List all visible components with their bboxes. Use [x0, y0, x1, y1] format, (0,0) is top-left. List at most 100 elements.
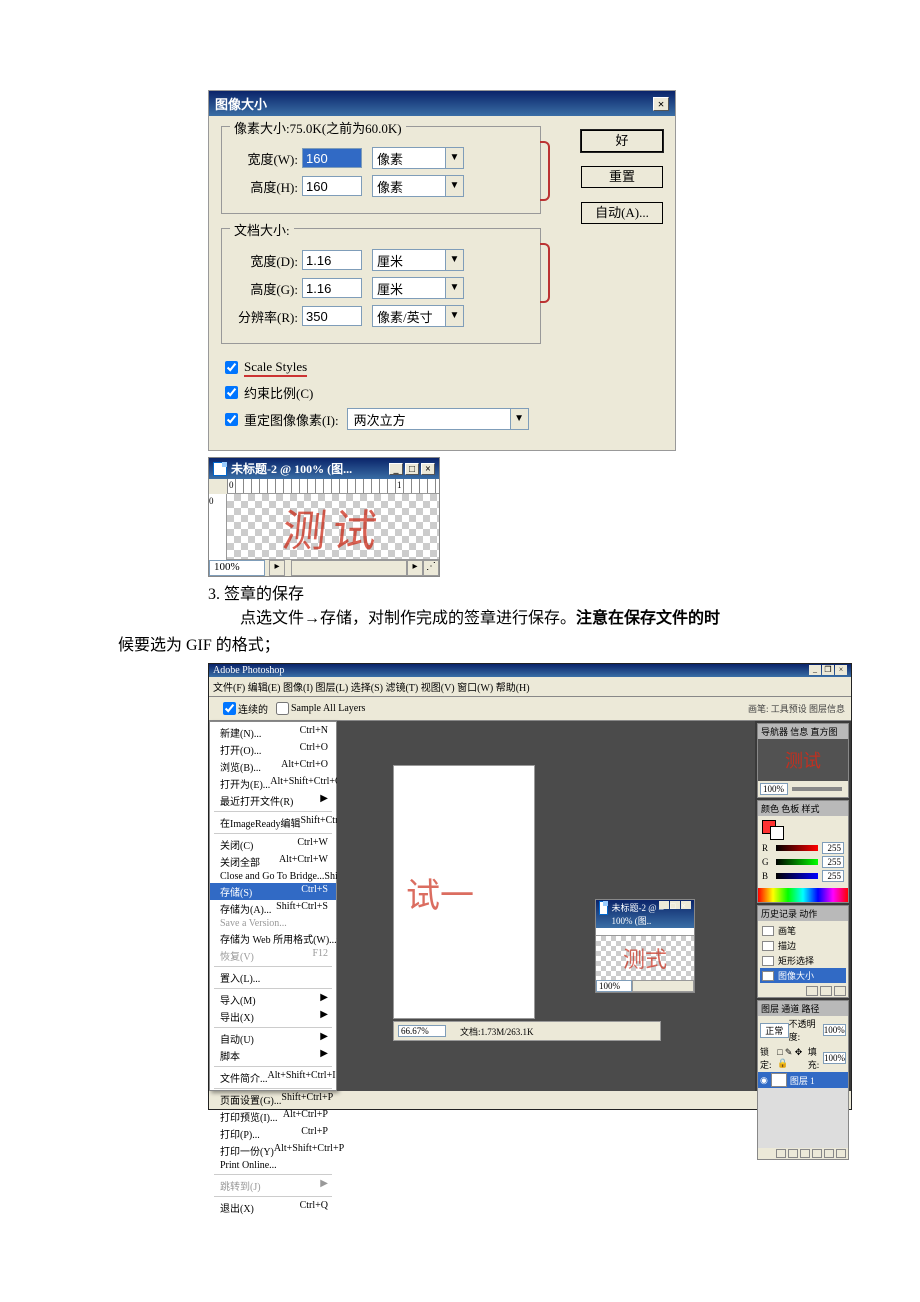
px-height-unit-select[interactable]: 像素▼ — [372, 175, 464, 197]
document-window-2[interactable]: 未标题-2 @ 100% (图.._□× 测式 100% — [595, 899, 695, 993]
info-icon[interactable]: ▸ — [269, 560, 285, 576]
minimize-icon[interactable]: _ — [389, 463, 403, 475]
layers-panel[interactable]: 图层 通道 路径 正常不透明度:100% 锁定:□ ✎ ✥ 🔒填充:100% ◉… — [757, 1000, 849, 1160]
b-slider[interactable] — [776, 873, 818, 879]
navigator-panel[interactable]: 导航器 信息 直方图 测试 100% — [757, 723, 849, 798]
menu-item[interactable]: 打印一份(Y)Alt+Shift+Ctrl+P — [210, 1142, 336, 1159]
zoom-field[interactable]: 66.67% — [398, 1025, 446, 1037]
menu-item[interactable]: 退出(X)Ctrl+Q — [210, 1199, 336, 1216]
r-slider[interactable] — [776, 845, 818, 851]
history-panel[interactable]: 历史记录 动作 画笔描边矩形选择图像大小 — [757, 905, 849, 998]
main-canvas[interactable]: 试一 — [393, 765, 535, 1019]
menu-item[interactable]: 浏览(B)...Alt+Ctrl+O — [210, 758, 336, 775]
new-fill-icon[interactable] — [812, 1149, 822, 1158]
menu-item[interactable]: 导入(M)▶ — [210, 991, 336, 1008]
snapshot-icon[interactable] — [806, 986, 818, 996]
menu-item[interactable]: 最近打开文件(R)▶ — [210, 792, 336, 809]
panel-tabs[interactable]: 历史记录 动作 — [758, 906, 848, 921]
contiguous-checkbox[interactable] — [223, 702, 236, 715]
color-ramp[interactable] — [758, 888, 848, 902]
g-slider[interactable] — [776, 859, 818, 865]
scrollbar-horizontal[interactable] — [291, 560, 407, 576]
menu-item[interactable]: Save a Version... — [210, 917, 336, 930]
background-swatch[interactable] — [770, 826, 784, 840]
panel-tabs[interactable]: 图层 通道 路径 — [758, 1001, 848, 1016]
layer-fx-icon[interactable] — [776, 1149, 786, 1158]
doc-width-input[interactable] — [302, 250, 362, 270]
menu-item[interactable]: 存储(S)Ctrl+S — [210, 883, 336, 900]
fill-field[interactable]: 100% — [823, 1052, 846, 1064]
menu-item[interactable]: 新建(N)...Ctrl+N — [210, 724, 336, 741]
px-height-input[interactable] — [302, 176, 362, 196]
menu-item[interactable]: 存储为(A)...Shift+Ctrl+S — [210, 900, 336, 917]
trash-icon[interactable] — [836, 1149, 846, 1158]
new-state-icon[interactable] — [820, 986, 832, 996]
document-window[interactable]: 未标题-2 @ 100% (图... _ □ × 0 1 0 测试 100% ▸… — [208, 457, 440, 577]
history-item[interactable]: 矩形选择 — [760, 953, 846, 968]
scale-styles-checkbox[interactable] — [225, 361, 238, 374]
canvas[interactable]: 测式 — [596, 936, 694, 980]
eye-icon[interactable]: ◉ — [760, 1075, 768, 1086]
menu-item[interactable]: Print Online... — [210, 1159, 336, 1172]
history-item[interactable]: 画笔 — [760, 923, 846, 938]
auto-button[interactable]: 自动(A)... — [581, 202, 663, 224]
menu-item[interactable]: 在ImageReady编辑Shift+Ctrl+M — [210, 814, 336, 831]
layer-mask-icon[interactable] — [788, 1149, 798, 1158]
close-icon[interactable]: × — [421, 463, 435, 475]
close-icon[interactable]: × — [653, 97, 669, 111]
resize-grip-icon[interactable]: ⋰ — [423, 560, 439, 576]
doc-height-unit-select[interactable]: 厘米▼ — [372, 277, 464, 299]
ok-button[interactable]: 好 — [581, 130, 663, 152]
menu-item[interactable]: 导出(X)▶ — [210, 1008, 336, 1025]
menu-item[interactable]: 打印(P)...Ctrl+P — [210, 1125, 336, 1142]
menu-item[interactable]: 打印预览(I)...Alt+Ctrl+P — [210, 1108, 336, 1125]
resolution-unit-select[interactable]: 像素/英寸▼ — [372, 305, 464, 327]
minimize-icon[interactable]: _ — [659, 901, 669, 909]
resolution-input[interactable] — [302, 306, 362, 326]
sample-all-checkbox[interactable] — [276, 702, 289, 715]
menu-item[interactable]: 打开(O)...Ctrl+O — [210, 741, 336, 758]
new-layer-icon[interactable] — [824, 1149, 834, 1158]
layer-name[interactable]: 图层 1 — [790, 1074, 815, 1087]
px-width-unit-select[interactable]: 像素▼ — [372, 147, 464, 169]
menu-item[interactable]: 自动(U)▶ — [210, 1030, 336, 1047]
reset-button[interactable]: 重置 — [581, 166, 663, 188]
file-menu-dropdown[interactable]: 新建(N)...Ctrl+N打开(O)...Ctrl+O浏览(B)...Alt+… — [209, 721, 337, 1091]
menu-item[interactable]: 存储为 Web 所用格式(W)...Alt+Shift+Ctrl+S — [210, 930, 336, 947]
menu-item[interactable]: 脚本▶ — [210, 1047, 336, 1064]
color-panel[interactable]: 颜色 色板 样式 R255 G255 B255 — [757, 800, 849, 903]
menu-item[interactable]: 关闭(C)Ctrl+W — [210, 836, 336, 853]
opacity-field[interactable]: 100% — [823, 1024, 846, 1036]
blend-mode-select[interactable]: 正常 — [760, 1023, 789, 1038]
zoom-field[interactable]: 100% — [596, 980, 632, 992]
scrollbar-horizontal[interactable] — [632, 980, 694, 992]
dialog-titlebar[interactable]: 图像大小 × — [209, 91, 675, 116]
canvas[interactable]: 测试 — [227, 494, 439, 560]
resample-checkbox[interactable] — [225, 413, 238, 426]
scroll-right-icon[interactable]: ▸ — [407, 560, 423, 576]
history-item[interactable]: 图像大小 — [760, 968, 846, 983]
menu-item[interactable]: Close and Go To Bridge...Shift+Ctrl+W — [210, 870, 336, 883]
minimize-icon[interactable]: _ — [809, 665, 821, 675]
px-width-input[interactable] — [302, 148, 362, 168]
restore-icon[interactable]: ❐ — [822, 665, 834, 675]
docwin-titlebar[interactable]: 未标题-2 @ 100% (图... _ □ × — [209, 458, 439, 479]
layer-thumbnail[interactable] — [771, 1073, 787, 1087]
menu-item[interactable]: 置入(L)... — [210, 969, 336, 986]
maximize-icon[interactable]: □ — [670, 901, 680, 909]
menu-item[interactable]: 打开为(E)...Alt+Shift+Ctrl+O — [210, 775, 336, 792]
close-icon[interactable]: × — [835, 665, 847, 675]
menu-item[interactable]: 文件简介...Alt+Shift+Ctrl+I — [210, 1069, 336, 1086]
navigator-thumbnail[interactable]: 测试 — [758, 739, 848, 781]
doc-height-input[interactable] — [302, 278, 362, 298]
trash-icon[interactable] — [834, 986, 846, 996]
palette-well[interactable]: 画笔: 工具预设 图层信息 — [748, 702, 845, 715]
app-titlebar[interactable]: Adobe Photoshop _ ❐ × — [209, 664, 851, 677]
menu-bar[interactable]: 文件(F) 编辑(E) 图像(I) 图层(L) 选择(S) 滤镜(T) 视图(V… — [209, 677, 851, 697]
close-icon[interactable]: × — [681, 901, 691, 909]
zoom-field[interactable]: 100% — [209, 560, 265, 576]
menu-item[interactable]: 关闭全部Alt+Ctrl+W — [210, 853, 336, 870]
options-bar[interactable]: 连续的 Sample All Layers 画笔: 工具预设 图层信息 — [209, 697, 851, 721]
nav-zoom-slider[interactable] — [792, 787, 842, 791]
menu-item[interactable]: 恢复(V)F12 — [210, 947, 336, 964]
